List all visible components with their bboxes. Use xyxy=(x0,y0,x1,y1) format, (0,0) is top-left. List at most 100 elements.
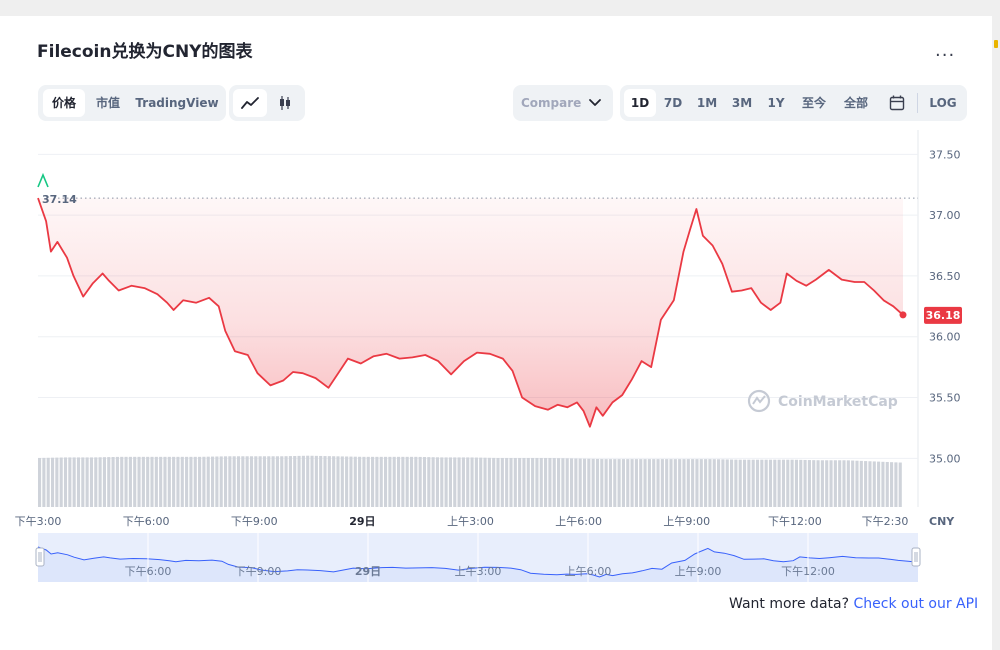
volume-bar xyxy=(708,459,712,507)
x-tick-label: 29日 xyxy=(349,515,375,528)
volume-bar xyxy=(72,457,76,507)
volume-bar xyxy=(544,457,548,507)
volume-bar xyxy=(284,456,288,507)
volume-bar xyxy=(38,457,42,507)
volume-bar xyxy=(206,456,210,507)
volume-bar xyxy=(855,460,859,507)
volume-bar xyxy=(531,457,535,507)
volume-bar xyxy=(409,456,414,507)
volume-bar xyxy=(375,456,379,507)
volume-bar xyxy=(172,456,176,507)
volume-bar xyxy=(327,456,331,507)
volume-bar xyxy=(877,461,881,507)
volume-bar xyxy=(323,456,327,507)
volume-bar xyxy=(721,459,725,507)
y-tick-label: 36.50 xyxy=(929,270,961,283)
volume-bar xyxy=(55,457,59,507)
volume-bar xyxy=(600,459,604,507)
y-tick-label: 35.50 xyxy=(929,392,961,405)
volume-bar xyxy=(401,456,405,507)
volume-bar xyxy=(518,457,522,507)
volume-bar xyxy=(786,459,790,507)
volume-bar xyxy=(448,457,452,507)
volume-bar xyxy=(466,457,470,507)
volume-bar xyxy=(128,456,132,507)
volume-bar xyxy=(552,458,556,507)
volume-bar xyxy=(621,459,625,507)
volume-bar xyxy=(418,456,422,507)
price-area-fill xyxy=(38,198,903,427)
volume-bar xyxy=(522,457,526,507)
volume-bar xyxy=(85,457,89,507)
volume-bar xyxy=(565,458,569,507)
volume-bar xyxy=(816,460,820,507)
volume-bar xyxy=(379,456,383,507)
volume-bar xyxy=(643,459,647,507)
volume-bar xyxy=(236,456,241,507)
volume-bar xyxy=(604,459,608,507)
volume-bar xyxy=(781,459,786,507)
volume-bar xyxy=(807,460,811,507)
volume-bar xyxy=(773,459,777,507)
y-tick-label: 37.00 xyxy=(929,209,961,222)
volume-bar xyxy=(319,455,323,507)
volume-bar xyxy=(704,459,708,507)
volume-bar xyxy=(626,459,630,507)
volume-bar xyxy=(435,457,440,507)
y-tick-label: 35.00 xyxy=(929,452,961,465)
api-prompt-text: Want more data? xyxy=(729,596,850,612)
volume-bar xyxy=(50,457,55,507)
volume-bar xyxy=(133,456,137,507)
navigator-right-handle[interactable] xyxy=(911,547,921,567)
volume-bar xyxy=(124,456,128,507)
volume-bar xyxy=(258,456,262,507)
volume-bar xyxy=(712,459,716,507)
volume-bar xyxy=(353,456,357,507)
navigator-tick-label: 下午6:00 xyxy=(125,565,172,578)
volume-bar xyxy=(362,456,366,507)
volume-bar xyxy=(825,460,829,507)
volume-bar xyxy=(660,459,664,507)
volume-bar xyxy=(851,460,855,507)
volume-bar xyxy=(898,462,902,507)
volume-bar xyxy=(414,456,418,507)
volume-bar xyxy=(297,455,301,507)
price-chart[interactable]: CoinMarketCap 37.14 37.50 37.00 36.50 36.00… xyxy=(0,0,1000,650)
volume-bar xyxy=(444,457,448,507)
volume-bar xyxy=(63,457,68,507)
navigator-left-handle[interactable] xyxy=(35,547,45,567)
volume-bar xyxy=(431,457,435,507)
volume-bar xyxy=(872,461,876,507)
volume-bar xyxy=(470,457,474,507)
volume-bar xyxy=(59,457,63,507)
api-link[interactable]: Check out our API xyxy=(853,596,978,612)
volume-bar xyxy=(799,459,803,507)
volume-bar xyxy=(812,460,816,507)
volume-bar xyxy=(405,456,409,507)
volume-bar xyxy=(163,456,167,507)
volume-bar xyxy=(768,459,773,507)
volume-bar xyxy=(656,459,660,507)
volume-bar xyxy=(717,459,721,507)
range-navigator[interactable]: 下午6:00 下午9:00 29日 上午3:00 上午6:00 上午9:00 下午12:00 xyxy=(35,533,921,582)
volume-bar xyxy=(764,459,768,507)
volume-bar xyxy=(427,457,431,507)
volume-bar xyxy=(254,456,258,507)
watermark: CoinMarketCap xyxy=(747,389,898,413)
volume-bar xyxy=(864,461,868,507)
volume-bar xyxy=(582,458,587,507)
volume-bar xyxy=(505,457,509,507)
volume-bar xyxy=(310,455,314,507)
volume-bar xyxy=(453,457,457,507)
volume-bar xyxy=(232,456,236,507)
volume-bar xyxy=(262,456,267,507)
volume-bar xyxy=(479,457,483,507)
volume-bar xyxy=(474,457,478,507)
volume-bar xyxy=(492,457,496,507)
volume-bar xyxy=(890,462,894,507)
x-tick-label: 下午9:00 xyxy=(231,515,278,528)
volume-bar xyxy=(314,455,318,507)
volume-bar xyxy=(569,458,574,507)
volume-bar xyxy=(267,456,271,507)
volume-bar xyxy=(349,456,353,507)
